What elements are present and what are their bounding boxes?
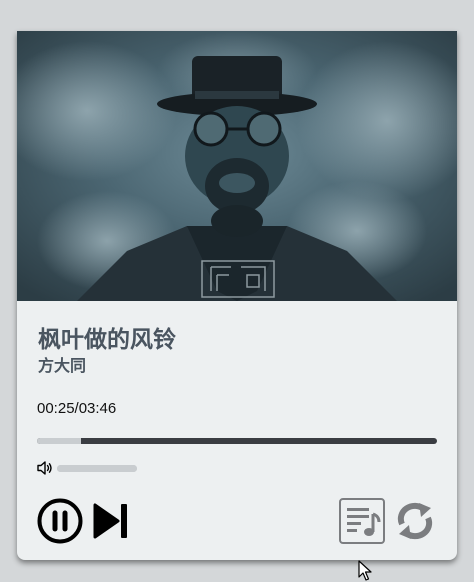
pause-circle-icon[interactable] <box>37 498 83 544</box>
mouse-cursor-icon <box>358 560 372 581</box>
repeat-icon[interactable] <box>393 500 437 542</box>
album-cover <box>17 31 457 301</box>
speaker-icon[interactable] <box>37 460 53 476</box>
song-title: 枫叶做的风铃 <box>38 326 176 353</box>
artist-name: 方大同 <box>38 356 87 375</box>
volume-level <box>57 465 137 472</box>
time-display: 00:25/03:46 <box>37 400 117 417</box>
playlist-music-icon[interactable] <box>339 498 385 544</box>
progress-bar[interactable] <box>37 438 437 444</box>
progress-played <box>37 438 81 444</box>
skip-next-icon[interactable] <box>93 502 129 540</box>
music-player-card: 枫叶做的风铃 方大同 00:25/03:46 <box>17 31 457 560</box>
volume-slider[interactable] <box>57 465 137 472</box>
